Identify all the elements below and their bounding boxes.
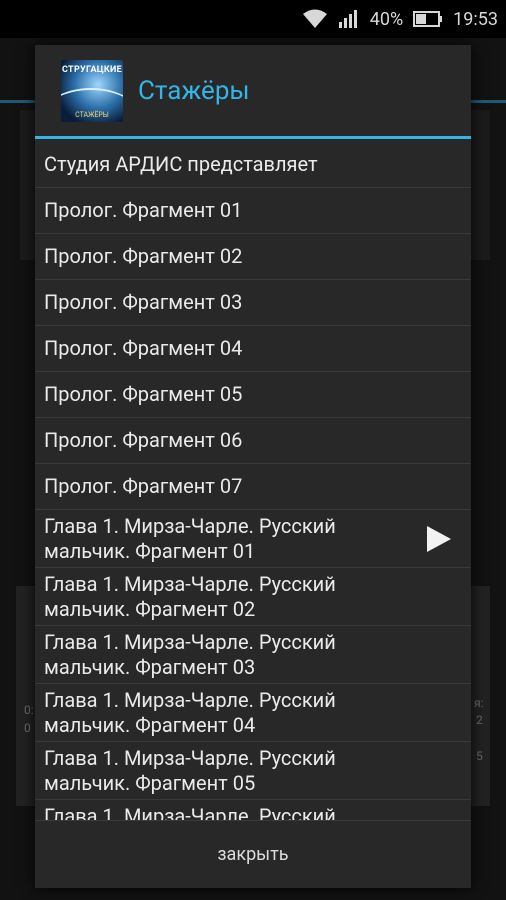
track-item[interactable]: Пролог. Фрагмент 06 — [35, 418, 471, 464]
track-label: Глава 1. Мирза-Чарле. Русский мальчик. Ф… — [44, 629, 336, 679]
wifi-icon — [302, 9, 328, 29]
track-label: Глава 1. Мирза-Чарле. Русский мальчик. Ф… — [44, 803, 336, 822]
close-button[interactable]: закрыть — [35, 820, 471, 888]
battery-icon — [413, 10, 443, 28]
dialog-title: Стажёры — [138, 75, 250, 106]
track-item[interactable]: Пролог. Фрагмент 01 — [35, 188, 471, 234]
track-list[interactable]: Студия АРДИС представляет Пролог. Фрагмен… — [35, 142, 471, 821]
track-label: Пролог. Фрагмент 04 — [44, 336, 243, 360]
book-cover-image: СТРУГАЦКИЕ СТАЖЁРЫ — [61, 59, 123, 122]
track-label: Пролог. Фрагмент 02 — [44, 244, 243, 268]
signal-icon — [338, 9, 360, 29]
track-list-dialog: СТРУГАЦКИЕ СТАЖЁРЫ Стажёры Студия АРДИС … — [35, 45, 471, 888]
status-bar: 40% 19:53 — [0, 0, 506, 38]
track-item[interactable]: Глава 1. Мирза-Чарле. Русский мальчик. Ф… — [35, 568, 471, 626]
track-label: Глава 1. Мирза-Чарле. Русский мальчик. Ф… — [44, 687, 336, 737]
background-text: 0 — [24, 721, 31, 735]
background-text: 2 — [476, 713, 483, 727]
track-item[interactable]: Пролог. Фрагмент 05 — [35, 372, 471, 418]
track-item[interactable]: Глава 1. Мирза-Чарле. Русский мальчик. Ф… — [35, 684, 471, 742]
track-item[interactable]: Пролог. Фрагмент 02 — [35, 234, 471, 280]
dialog-header: СТРУГАЦКИЕ СТАЖЁРЫ Стажёры — [35, 45, 471, 139]
track-label: Пролог. Фрагмент 01 — [44, 198, 243, 222]
track-label: Пролог. Фрагмент 07 — [44, 474, 243, 498]
track-label: Пролог. Фрагмент 03 — [44, 290, 243, 314]
track-item[interactable]: Студия АРДИС представляет — [35, 142, 471, 188]
track-item[interactable]: Глава 1. Мирза-Чарле. Русский мальчик. Ф… — [35, 626, 471, 684]
track-item[interactable]: Пролог. Фрагмент 04 — [35, 326, 471, 372]
background-text: я: — [474, 696, 484, 710]
clock: 19:53 — [453, 8, 498, 30]
cover-author: СТРУГАЦКИЕ — [62, 64, 122, 75]
background-text: 5 — [476, 749, 483, 763]
battery-percent: 40% — [369, 8, 404, 30]
track-label: Глава 1. Мирза-Чарле. Русский мальчик. Ф… — [44, 745, 336, 795]
cover-title: СТАЖЁРЫ — [75, 110, 109, 119]
track-label: Глава 1. Мирза-Чарле. Русский мальчик. Ф… — [44, 571, 336, 621]
track-label: Пролог. Фрагмент 05 — [44, 382, 243, 406]
track-item[interactable]: Пролог. Фрагмент 03 — [35, 280, 471, 326]
track-item[interactable]: Глава 1. Мирза-Чарле. Русский мальчик. Ф… — [35, 510, 471, 568]
track-item[interactable]: Глава 1. Мирза-Чарле. Русский мальчик. Ф… — [35, 800, 471, 822]
background-text: 0: — [24, 703, 34, 717]
track-item[interactable]: Глава 1. Мирза-Чарле. Русский мальчик. Ф… — [35, 742, 471, 800]
track-label: Глава 1. Мирза-Чарле. Русский мальчик. Ф… — [44, 513, 336, 563]
track-item[interactable]: Пролог. Фрагмент 07 — [35, 464, 471, 510]
play-icon — [427, 525, 451, 552]
track-label: Студия АРДИС представляет — [44, 152, 318, 176]
track-label: Пролог. Фрагмент 06 — [44, 428, 243, 452]
